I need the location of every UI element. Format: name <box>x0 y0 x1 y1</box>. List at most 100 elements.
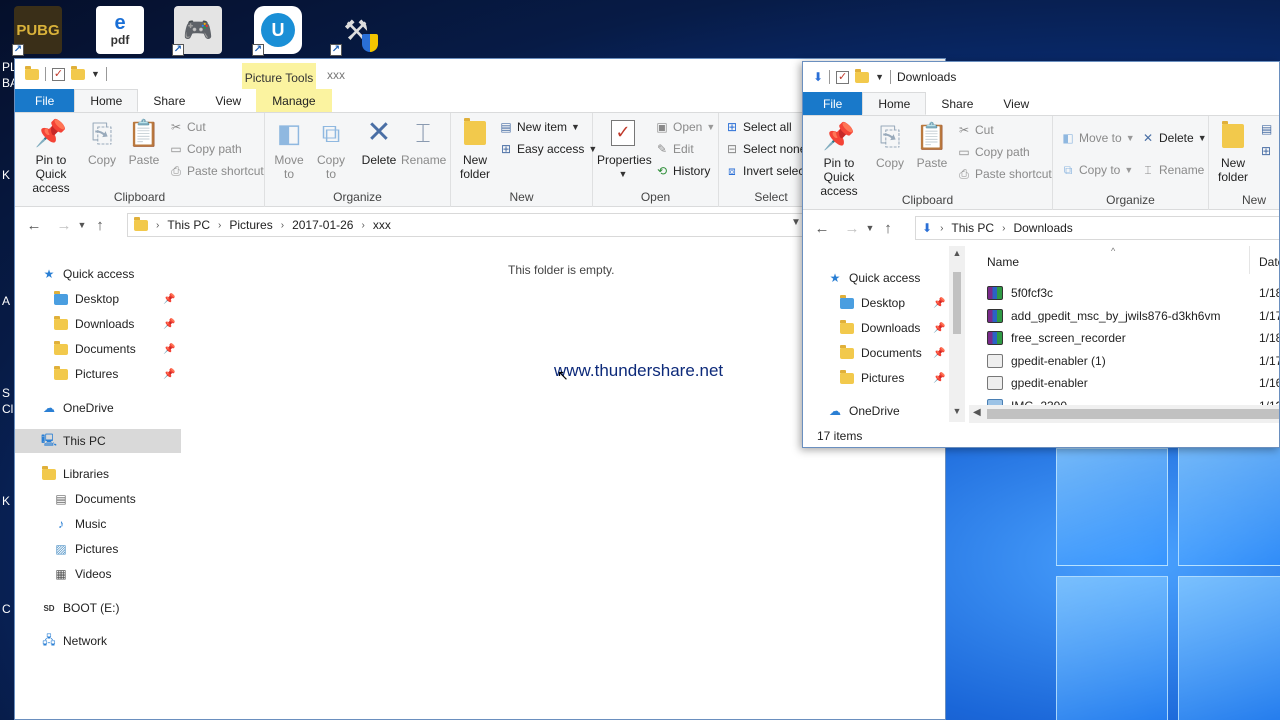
easy-access-icon[interactable]: ⊞ <box>1261 144 1271 158</box>
select-all-button[interactable]: ⊞ Select all <box>725 117 792 137</box>
address-dropdown-icon[interactable]: ▼ <box>791 217 801 228</box>
copy-path-button[interactable]: ▭ Copy path <box>169 139 241 159</box>
nav-lib-documents[interactable]: ▤ Documents <box>15 487 181 511</box>
nav-libraries[interactable]: Libraries <box>15 462 181 486</box>
nav-quick-access[interactable]: ★ Quick access <box>15 262 181 286</box>
pin-to-quick-access-button[interactable]: 📌 Pin to Quick access <box>19 117 83 195</box>
forward-arrow-icon[interactable]: → <box>841 220 863 237</box>
rename-button[interactable]: ⌶ Rename <box>401 117 446 167</box>
move-to-button[interactable]: ◧ Move to ▼ <box>1061 128 1134 148</box>
breadcrumb-chevron-icon[interactable]: › <box>361 220 364 231</box>
tab-home[interactable]: Home <box>862 92 927 115</box>
tab-view[interactable]: View <box>988 92 1044 115</box>
tab-file[interactable]: File <box>15 89 75 112</box>
delete-button[interactable]: ✕ Delete ▼ <box>1141 128 1207 148</box>
up-arrow-icon[interactable]: ↑ <box>877 220 899 237</box>
copy-button[interactable]: ⎘ Copy <box>85 117 119 167</box>
edge-pdf-icon[interactable]: e pdf <box>96 6 144 54</box>
nav-lib-videos[interactable]: ▦ Videos <box>15 562 181 586</box>
recent-locations-chevron-icon[interactable]: ▼ <box>863 223 877 233</box>
tab-share[interactable]: Share <box>138 89 200 112</box>
new-item-button[interactable]: ▤ New item ▼ <box>499 117 580 137</box>
easy-access-button[interactable]: ⊞ Easy access ▼ <box>499 139 597 159</box>
properties-qat-icon[interactable]: ✓ <box>52 67 65 81</box>
file-row[interactable]: free_screen_recorder 1/18 <box>987 327 1279 349</box>
scroll-down-icon[interactable]: ▼ <box>949 406 965 416</box>
tool-shield-icon[interactable]: ⚒ ↗ <box>330 6 380 56</box>
nav-pictures[interactable]: Pictures 📌 <box>803 366 965 390</box>
breadcrumb-chevron-icon[interactable]: › <box>156 220 159 231</box>
nav-network[interactable]: 🖧 Network <box>15 629 181 653</box>
breadcrumb-this-pc[interactable]: This PC <box>951 221 994 235</box>
tab-file[interactable]: File <box>803 92 863 115</box>
file-row[interactable]: gpedit-enabler 1/16 <box>987 372 1279 394</box>
edit-button[interactable]: ✎ Edit <box>655 139 694 159</box>
scroll-up-icon[interactable]: ▲ <box>949 248 965 258</box>
nav-quick-access[interactable]: ★ Quick access <box>803 266 965 290</box>
rename-button[interactable]: ⌶ Rename <box>1141 160 1204 180</box>
nav-scrollbar[interactable]: ▲ ▼ <box>949 246 965 422</box>
paste-shortcut-button[interactable]: ⎙ Paste shortcut <box>169 161 264 181</box>
nav-lib-pictures[interactable]: ▨ Pictures <box>15 537 181 561</box>
nav-desktop[interactable]: Desktop 📌 <box>803 291 965 315</box>
file-row[interactable]: gpedit-enabler (1) 1/17 <box>987 350 1279 372</box>
pin-to-quick-access-button[interactable]: 📌 Pin to Quick access <box>807 120 871 198</box>
customize-qat-dropdown-icon[interactable]: ▼ <box>91 69 100 79</box>
nav-this-pc[interactable]: 🖳 This PC <box>15 429 181 453</box>
breadcrumb-date-folder[interactable]: 2017-01-26 <box>292 218 353 232</box>
forward-arrow-icon[interactable]: → <box>53 217 75 234</box>
breadcrumb-downloads[interactable]: Downloads <box>1013 221 1072 235</box>
copy-path-button[interactable]: ▭ Copy path <box>957 142 1029 162</box>
scrollbar-thumb[interactable] <box>953 272 961 334</box>
horizontal-scrollbar[interactable]: ◀ <box>969 405 1279 423</box>
cut-button[interactable]: ✂ Cut <box>957 120 994 140</box>
back-arrow-icon[interactable]: ← <box>811 220 833 237</box>
nav-downloads[interactable]: Downloads 📌 <box>803 316 965 340</box>
column-header-date[interactable]: Date <box>1259 255 1279 269</box>
back-arrow-icon[interactable]: ← <box>23 217 45 234</box>
tab-share[interactable]: Share <box>926 92 988 115</box>
pubg-icon[interactable]: PUBG ↗ <box>12 6 62 56</box>
column-header-name[interactable]: Name <box>987 255 1019 269</box>
nav-documents[interactable]: Documents 📌 <box>803 341 965 365</box>
invert-selection-button[interactable]: ⧈ Invert select <box>725 161 808 181</box>
select-none-button[interactable]: ⊟ Select none <box>725 139 806 159</box>
scrollbar-thumb[interactable] <box>987 409 1279 419</box>
address-bar[interactable]: ⬇ › This PC › Downloads <box>915 216 1279 240</box>
new-folder-button[interactable]: New folder <box>1213 120 1253 184</box>
delete-button[interactable]: ✕ Delete <box>359 117 399 168</box>
file-row[interactable]: add_gpedit_msc_by_jwils876-d3kh6vm 1/17 <box>987 305 1279 327</box>
breadcrumb-chevron-icon[interactable]: › <box>940 223 943 234</box>
history-button[interactable]: ⟲ History <box>655 161 710 181</box>
new-folder-qat-icon[interactable] <box>71 65 85 80</box>
customize-qat-dropdown-icon[interactable]: ▼ <box>875 72 884 82</box>
breadcrumb-this-pc[interactable]: This PC <box>167 218 210 232</box>
copy-to-button[interactable]: ⧉ Copy to <box>313 117 349 181</box>
new-item-icon[interactable]: ▤ <box>1261 122 1272 136</box>
nav-downloads[interactable]: Downloads 📌 <box>15 312 181 336</box>
properties-qat-icon[interactable]: ✓ <box>836 70 850 84</box>
up-arrow-icon[interactable]: ↑ <box>89 217 111 234</box>
breadcrumb-xxx[interactable]: xxx <box>373 218 391 232</box>
breadcrumb-pictures[interactable]: Pictures <box>229 218 272 232</box>
copy-button[interactable]: ⎘ Copy <box>873 120 907 170</box>
tab-home[interactable]: Home <box>74 89 139 112</box>
nav-onedrive[interactable]: ☁ OneDrive <box>803 399 965 422</box>
new-folder-qat-icon[interactable] <box>855 68 870 83</box>
copy-to-button[interactable]: ⧉ Copy to ▼ <box>1061 160 1134 180</box>
cut-button[interactable]: ✂ Cut <box>169 117 206 137</box>
uplay-icon[interactable]: U ↗ <box>252 6 302 56</box>
paste-shortcut-button[interactable]: ⎙ Paste shortcut <box>957 164 1052 184</box>
breadcrumb-chevron-icon[interactable]: › <box>281 220 284 231</box>
scroll-left-icon[interactable]: ◀ <box>973 407 981 418</box>
open-button[interactable]: ▣ Open ▼ <box>655 117 715 137</box>
breadcrumb-chevron-icon[interactable]: › <box>1002 223 1005 234</box>
nav-lib-music[interactable]: ♪ Music <box>15 512 181 536</box>
paste-button[interactable]: 📋 Paste <box>913 120 951 170</box>
nav-desktop[interactable]: Desktop 📌 <box>15 287 181 311</box>
file-row[interactable]: 5f0fcf3c 1/18 <box>987 282 1279 304</box>
nav-pictures[interactable]: Pictures 📌 <box>15 362 181 386</box>
properties-button[interactable]: ✓ Properties ▼ <box>597 117 652 181</box>
title-bar[interactable]: ⬇ ✓ ▼ Downloads <box>803 62 1279 92</box>
paste-button[interactable]: 📋 Paste <box>125 117 163 167</box>
